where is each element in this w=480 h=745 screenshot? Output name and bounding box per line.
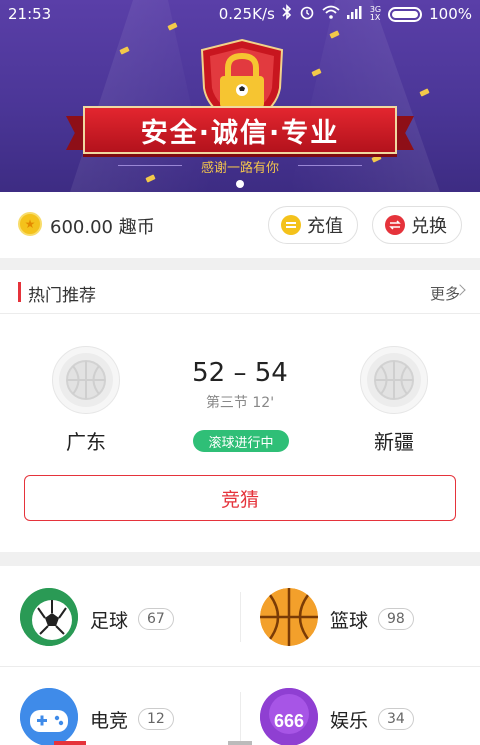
category-label: 篮球 [330, 610, 369, 632]
svg-text:666: 666 [274, 711, 304, 731]
section-header: 热门推荐 更多 [0, 270, 480, 314]
status-icons: 0.25K/s 3G 1X 100% [219, 4, 472, 24]
section-title: 热门推荐 [28, 286, 96, 306]
home-team-logo[interactable] [52, 346, 120, 414]
divider [240, 592, 241, 642]
football-icon [20, 588, 78, 646]
category-label: 足球 [90, 610, 129, 632]
carousel-indicator[interactable] [236, 180, 244, 188]
divider [240, 692, 241, 745]
banner-headline: 安全·诚信·专业 [83, 106, 397, 154]
category-count-badge: 98 [378, 608, 414, 630]
basketball-icon [374, 360, 414, 400]
wifi-icon [322, 5, 340, 23]
exchange-icon [385, 215, 405, 235]
confetti [419, 88, 430, 97]
category-entertainment[interactable]: 666 娱乐 34 [240, 666, 480, 745]
network-speed: 0.25K/s [218, 5, 275, 23]
more-link[interactable]: 更多 [430, 283, 460, 304]
recharge-icon [281, 215, 301, 235]
exchange-label: 兑换 [411, 216, 447, 237]
banner-subtitle: 感谢一路有你 [200, 161, 279, 176]
status-bar: 21:53 0.25K/s 3G 1X 100% [0, 0, 480, 28]
status-time: 21:53 [8, 5, 52, 23]
away-team-name: 新疆 [374, 430, 414, 454]
match-score: 52 – 54 [192, 358, 288, 388]
basketball-icon [66, 360, 106, 400]
network-type: 3G 1X [369, 5, 382, 22]
section-accent-bar [18, 282, 21, 302]
banner-carousel[interactable]: 21:53 0.25K/s 3G 1X 100% 安全·诚信·专业 感谢一路有你 [0, 0, 480, 192]
live-status-badge: 滚球进行中 [193, 430, 289, 452]
home-team-name: 广东 [66, 430, 106, 454]
category-count-badge: 12 [138, 708, 174, 730]
tab-bar-hint [228, 741, 252, 745]
recharge-label: 充值 [307, 216, 343, 237]
category-count-badge: 34 [378, 708, 414, 730]
coin-icon: ★ [18, 212, 42, 236]
basketball-icon [260, 588, 318, 646]
gamepad-icon [20, 688, 78, 745]
category-label: 电竞 [90, 710, 129, 732]
category-label: 娱乐 [330, 710, 369, 732]
category-esports[interactable]: 电竞 12 [0, 666, 240, 745]
alarm-icon [299, 4, 315, 24]
bluetooth-icon [282, 4, 292, 24]
guess-button[interactable]: 竞猜 [24, 475, 456, 521]
tab-bar-hint [54, 741, 86, 745]
category-basketball[interactable]: 篮球 98 [240, 566, 480, 666]
divider [0, 666, 480, 667]
coin-balance: 600.00 趣币 [50, 217, 155, 238]
category-count-badge: 67 [138, 608, 174, 630]
match-period: 第三节 12' [205, 395, 275, 411]
wallet-row: ★ 600.00 趣币 充值 兑换 [0, 192, 480, 258]
recharge-button[interactable]: 充值 [268, 206, 358, 244]
battery-level: 100% [429, 5, 472, 23]
entertainment-666-icon: 666 [260, 688, 318, 745]
battery-icon [388, 6, 423, 22]
category-grid: 足球 67 篮球 98 电竞 12 666 娱乐 34 [0, 566, 480, 745]
hot-section: 热门推荐 更多 52 – 54 第三节 12' 广东 新疆 滚球进行中 竞猜 [0, 270, 480, 552]
category-football[interactable]: 足球 67 [0, 566, 240, 666]
away-team-logo[interactable] [360, 346, 428, 414]
exchange-button[interactable]: 兑换 [372, 206, 462, 244]
signal-icon [346, 5, 363, 23]
